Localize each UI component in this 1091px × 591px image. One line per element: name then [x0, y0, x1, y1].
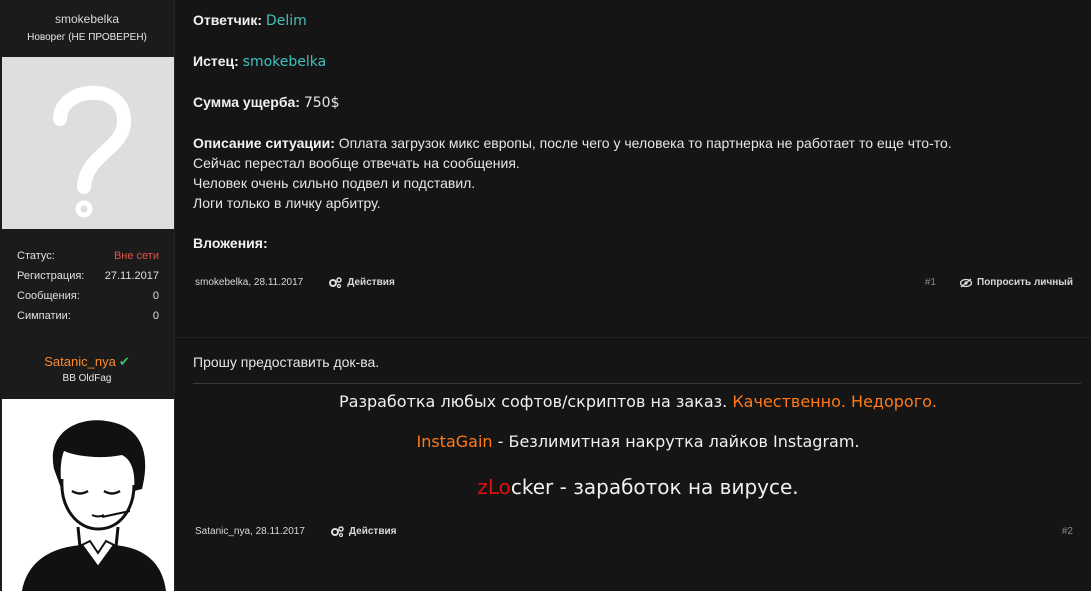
- signature-text: Разработка любых софтов/скриптов на зака…: [338, 392, 728, 411]
- post-2-userinfo: Satanic_nya ✔ BB OldFag: [0, 338, 175, 591]
- post-number-link[interactable]: #2: [1062, 526, 1073, 537]
- signature-line: InstaGain - Безлимитная накрутка лайков …: [185, 432, 1091, 451]
- plaintiff-link[interactable]: smokebelka: [243, 54, 327, 70]
- description-text: Логи только в личку арбитру.: [193, 195, 381, 211]
- field-label: Истец:: [193, 53, 239, 69]
- plaintiff-field: Истец: smokebelka: [193, 51, 1073, 72]
- stat-label: Регистрация:: [17, 270, 85, 282]
- field-label: Описание ситуации:: [193, 135, 335, 151]
- user-stats: Статус: Вне сети Регистрация: 27.11.2017 С…: [17, 246, 159, 326]
- post-2-footer: Satanic_nya, 28.11.2017 Действия #2: [195, 526, 1073, 537]
- stat-value-messages: 0: [152, 290, 159, 302]
- username-text: Satanic_nya: [44, 354, 116, 369]
- signature-text: - заработок на вирусе.: [559, 475, 799, 499]
- user-title: Новорег (НЕ ПРОВЕРЕН): [27, 32, 147, 43]
- actions-button[interactable]: Действия: [330, 526, 397, 537]
- zlocker-link[interactable]: zLocker: [477, 475, 553, 499]
- zlocker-rest: cker: [510, 475, 554, 499]
- post-1-message: Ответчик: Delim Истец: smokebelka Сумма …: [193, 10, 1073, 273]
- gears-icon: [329, 277, 342, 288]
- stat-label: Симпатии:: [17, 310, 71, 322]
- field-label: Сумма ущерба:: [193, 94, 300, 110]
- defendant-field: Ответчик: Delim: [193, 10, 1073, 31]
- stat-value-status: Вне сети: [113, 250, 159, 262]
- signature-text: - Безлимитная накрутка лайков Instagram.: [497, 432, 860, 451]
- damage-field: Сумма ущерба: 750$: [193, 92, 1073, 113]
- signature-line: zLocker - заработок на вирусе.: [185, 475, 1091, 499]
- post-1-userinfo: smokebelka Новорег (НЕ ПРОВЕРЕН) Статус:…: [0, 0, 175, 338]
- default-avatar-question-icon[interactable]: [2, 57, 174, 229]
- post-meta[interactable]: smokebelka, 28.11.2017: [195, 277, 303, 288]
- defendant-link[interactable]: Delim: [266, 13, 307, 29]
- verified-check-icon: ✔: [118, 354, 130, 369]
- stat-value-likes: 0: [152, 310, 159, 322]
- stat-label: Статус:: [17, 250, 55, 262]
- description-field: Описание ситуации: Оплата загрузок микс …: [193, 133, 1073, 213]
- signature-accent: Качественно. Недорого.: [732, 392, 937, 411]
- post-1-footer: smokebelka, 28.11.2017 Действия #1 Попро…: [195, 277, 1073, 288]
- zlocker-accent: zLo: [477, 475, 511, 499]
- damage-value: 750$: [303, 95, 340, 111]
- username-link[interactable]: Satanic_nya ✔: [0, 354, 174, 370]
- user-title: BB OldFag: [62, 373, 112, 384]
- eye-slash-icon: [960, 277, 972, 288]
- field-label: Вложения:: [193, 235, 268, 251]
- description-text: Сейчас перестал вообще отвечать на сообщ…: [193, 155, 520, 171]
- actions-label: Действия: [347, 277, 395, 288]
- signature-line: Разработка любых софтов/скриптов на зака…: [185, 392, 1091, 411]
- post-2-message: Прошу предоставить док-ва.: [193, 354, 380, 370]
- gears-icon: [330, 526, 344, 537]
- actions-button[interactable]: Действия: [329, 277, 395, 288]
- actions-label: Действия: [348, 526, 397, 537]
- signature-divider: [193, 383, 1081, 384]
- attachments-field: Вложения:: [193, 233, 1073, 253]
- request-private-label: Попросить личный: [977, 277, 1073, 288]
- stat-label: Сообщения:: [17, 290, 80, 302]
- description-text: Человек очень сильно подвел и подставил.: [193, 175, 476, 191]
- stat-value-registration: 27.11.2017: [104, 270, 159, 282]
- instagain-link[interactable]: InstaGain: [416, 432, 492, 451]
- request-private-button[interactable]: Попросить личный: [960, 277, 1073, 288]
- field-label: Ответчик:: [193, 12, 263, 28]
- post-divider: [176, 337, 1091, 338]
- user-avatar[interactable]: [2, 399, 174, 591]
- post-meta[interactable]: Satanic_nya, 28.11.2017: [195, 526, 305, 537]
- description-text: Оплата загрузок микс европы, после чего …: [338, 135, 952, 151]
- username-link[interactable]: smokebelka: [0, 12, 174, 26]
- post-number-link[interactable]: #1: [925, 277, 936, 288]
